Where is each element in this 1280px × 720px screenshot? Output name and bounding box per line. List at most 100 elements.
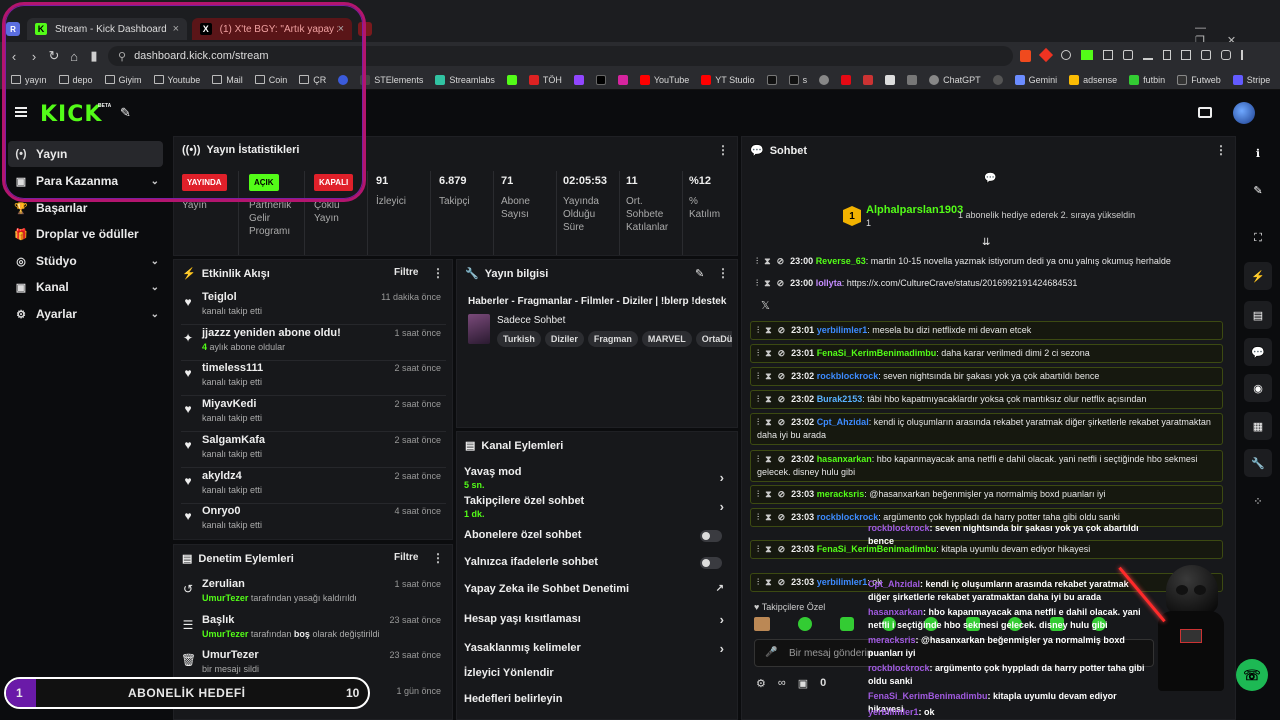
bookmark-item[interactable]: Mail <box>207 75 248 85</box>
message-user[interactable]: hasanxarkan <box>817 454 872 464</box>
message-user[interactable]: lollyta <box>816 278 842 288</box>
brave-shield-icon[interactable] <box>1020 50 1031 62</box>
settings-icon[interactable]: ⚙ <box>756 677 766 690</box>
sidebar-icon[interactable] <box>1181 50 1191 60</box>
more-options-icon[interactable]: ⋮ <box>717 143 729 157</box>
tag[interactable]: MARVEL <box>641 331 692 347</box>
close-tab-icon[interactable]: × <box>338 23 344 35</box>
more-options-icon[interactable]: ⋮ <box>1215 143 1227 157</box>
storage-icon[interactable]: ▦ <box>1244 412 1272 440</box>
edit-icon[interactable]: ✎ <box>1244 176 1272 204</box>
channel-action-item[interactable]: Yalnızca ifadelerle sohbet <box>464 556 734 569</box>
bookmark-item[interactable]: STElements <box>355 74 428 85</box>
toggle-switch[interactable] <box>700 557 722 569</box>
ban-icon[interactable]: ⊘ <box>778 489 786 499</box>
bookmark-item[interactable]: futbin <box>1124 74 1170 85</box>
kick-extension-icon[interactable] <box>1081 50 1093 60</box>
activity-item[interactable]: ✦ jjazzz yeniden abone oldu! 4 aylık abone… <box>177 323 449 357</box>
sidebar-item-kanal[interactable]: ▣ Kanal ⌄ <box>8 274 163 300</box>
rewards-icon[interactable] <box>1038 47 1054 63</box>
bookmark-item[interactable]: ChatGPT <box>924 74 986 85</box>
timeout-icon[interactable]: ⧗ <box>765 325 771 335</box>
message-user[interactable]: yerbilimler1 <box>817 577 868 587</box>
broadcast-icon[interactable]: ◉ <box>1244 374 1272 402</box>
activity-item[interactable]: ♥ timeless111 kanalı takip etti 2 saat önce <box>177 358 449 392</box>
home-icon[interactable]: ⌂ <box>64 49 84 64</box>
emote-icon[interactable] <box>754 617 770 631</box>
channel-action-item[interactable]: Takipçilere özel sohbet 1 dk. › <box>464 495 734 519</box>
activity-item[interactable]: ♥ SalgamKafa kanalı takip etti 2 saat önce <box>177 430 449 464</box>
timeout-icon[interactable]: ⧗ <box>765 394 771 404</box>
message-user[interactable]: Cpt_Ahzidal <box>817 417 869 427</box>
sidebar-item-droplar[interactable]: 🎁 Droplar ve ödüller <box>8 221 163 247</box>
pinned-user[interactable]: Alphalparslan1903 <box>866 204 963 216</box>
moderation-item[interactable]: ↺ Zerulian UmurTezer tarafından yasağı kal… <box>177 574 449 608</box>
sidebar-item-yayin[interactable]: (•) Yayın <box>8 141 163 167</box>
ban-icon[interactable]: ⊘ <box>778 325 786 335</box>
document-icon[interactable]: ▤ <box>1244 301 1272 329</box>
bookmark-item[interactable]: Stripe <box>1228 74 1276 85</box>
ban-icon[interactable]: ⊘ <box>778 512 786 522</box>
bookmark-item[interactable]: s <box>784 74 813 85</box>
ban-icon[interactable]: ⊘ <box>778 454 786 464</box>
forward-icon[interactable]: › <box>24 49 44 64</box>
ban-icon[interactable]: ⊘ <box>778 417 786 427</box>
more-options-icon[interactable]: ⋮ <box>717 266 729 280</box>
pin-icon[interactable]: ⫶ <box>757 454 759 464</box>
pin-icon[interactable]: ⫶ <box>757 544 759 554</box>
bookmark-item[interactable] <box>613 74 633 85</box>
message-user[interactable]: rockblockrock <box>817 371 879 381</box>
more-options-icon[interactable]: ⋮ <box>432 551 444 565</box>
chevron-right-icon[interactable]: › <box>720 641 724 656</box>
chevron-right-icon[interactable]: › <box>720 612 724 627</box>
infinity-icon[interactable]: ∞ <box>778 677 786 690</box>
ban-icon[interactable]: ⊘ <box>778 371 786 381</box>
timeout-icon[interactable]: ⧗ <box>765 512 771 522</box>
timeout-icon[interactable]: ⧗ <box>765 544 771 554</box>
channel-action-item[interactable]: Yapay Zeka ile Sohbet Denetimi ↗ <box>464 583 734 595</box>
message-user[interactable]: FenaSi_KerimBenimadimbu <box>817 348 937 358</box>
chat-message[interactable]: ⫶ ⧗ ⊘ 23:02 Burak2153: tâbi hbo kapatmıyaca… <box>750 390 1223 409</box>
bookmark-item[interactable]: Futweb <box>1172 74 1226 85</box>
bookmark-item[interactable]: yayın <box>6 75 52 85</box>
extensions-toolbar[interactable] <box>1020 47 1270 63</box>
bookmark-item[interactable]: YT Studio <box>696 74 759 85</box>
new-tab-button[interactable] <box>358 22 372 36</box>
avatar[interactable] <box>1233 102 1255 124</box>
url-field[interactable]: ⚲ dashboard.kick.com/stream <box>108 46 1013 66</box>
reload-icon[interactable]: ↻ <box>44 48 64 64</box>
site-info-icon[interactable]: ⚲ <box>118 50 126 63</box>
pin-icon[interactable]: ⫶ <box>757 512 759 522</box>
more-options-icon[interactable]: ⋮ <box>432 266 444 280</box>
pin-icon[interactable]: ⫶ <box>757 348 759 358</box>
filter-button[interactable]: Filtre <box>394 552 418 563</box>
ban-icon[interactable]: ⊘ <box>778 348 786 358</box>
category-name[interactable]: Sadece Sohbet <box>497 315 565 326</box>
back-icon[interactable]: ‹ <box>4 49 24 64</box>
kick-logo[interactable]: KICK <box>40 102 102 127</box>
bookmark-item[interactable] <box>569 74 589 85</box>
channel-action-item[interactable]: Abonelere özel sohbet <box>464 529 734 542</box>
bookmark-item[interactable] <box>333 74 353 85</box>
bookmark-item[interactable] <box>902 74 922 85</box>
bookmark-item[interactable]: Coin <box>250 75 293 85</box>
bookmark-item[interactable] <box>880 74 900 85</box>
activity-item[interactable]: ♥ Onryo0 kanalı takip etti 4 saat önce <box>177 501 449 535</box>
emote-icon[interactable] <box>840 617 854 631</box>
wallet-icon[interactable] <box>1198 107 1212 118</box>
hamburger-icon[interactable] <box>15 107 27 117</box>
message-user[interactable]: Reverse_63 <box>816 256 866 266</box>
sidebar-item-ayarlar[interactable]: ⚙ Ayarlar ⌄ <box>8 301 163 327</box>
vpn-icon[interactable] <box>1221 50 1231 60</box>
mic-icon[interactable]: 🎤 <box>765 647 777 658</box>
chat-message[interactable]: ⫶ ⧗ ⊘ 23:02 Cpt_Ahzidal: kendi iç oluşumlar… <box>750 413 1223 445</box>
activity-item[interactable]: ♥ MiyavKedi kanalı takip etti 2 saat önce <box>177 394 449 428</box>
sidebar-item-studyo[interactable]: ◎ Stüdyo ⌄ <box>8 248 163 274</box>
viewer-icon[interactable]: ▣ <box>798 677 808 690</box>
tab-stream-dashboard[interactable]: K Stream - Kick Dashboard × <box>27 18 187 40</box>
menu-icon[interactable] <box>1241 50 1251 60</box>
sidebar-item-para-kazanma[interactable]: ▣ Para Kazanma ⌄ <box>8 168 163 194</box>
bookmark-item[interactable] <box>836 74 856 85</box>
tag[interactable]: Turkish <box>497 331 541 347</box>
ban-icon[interactable]: ⊘ <box>778 577 786 587</box>
